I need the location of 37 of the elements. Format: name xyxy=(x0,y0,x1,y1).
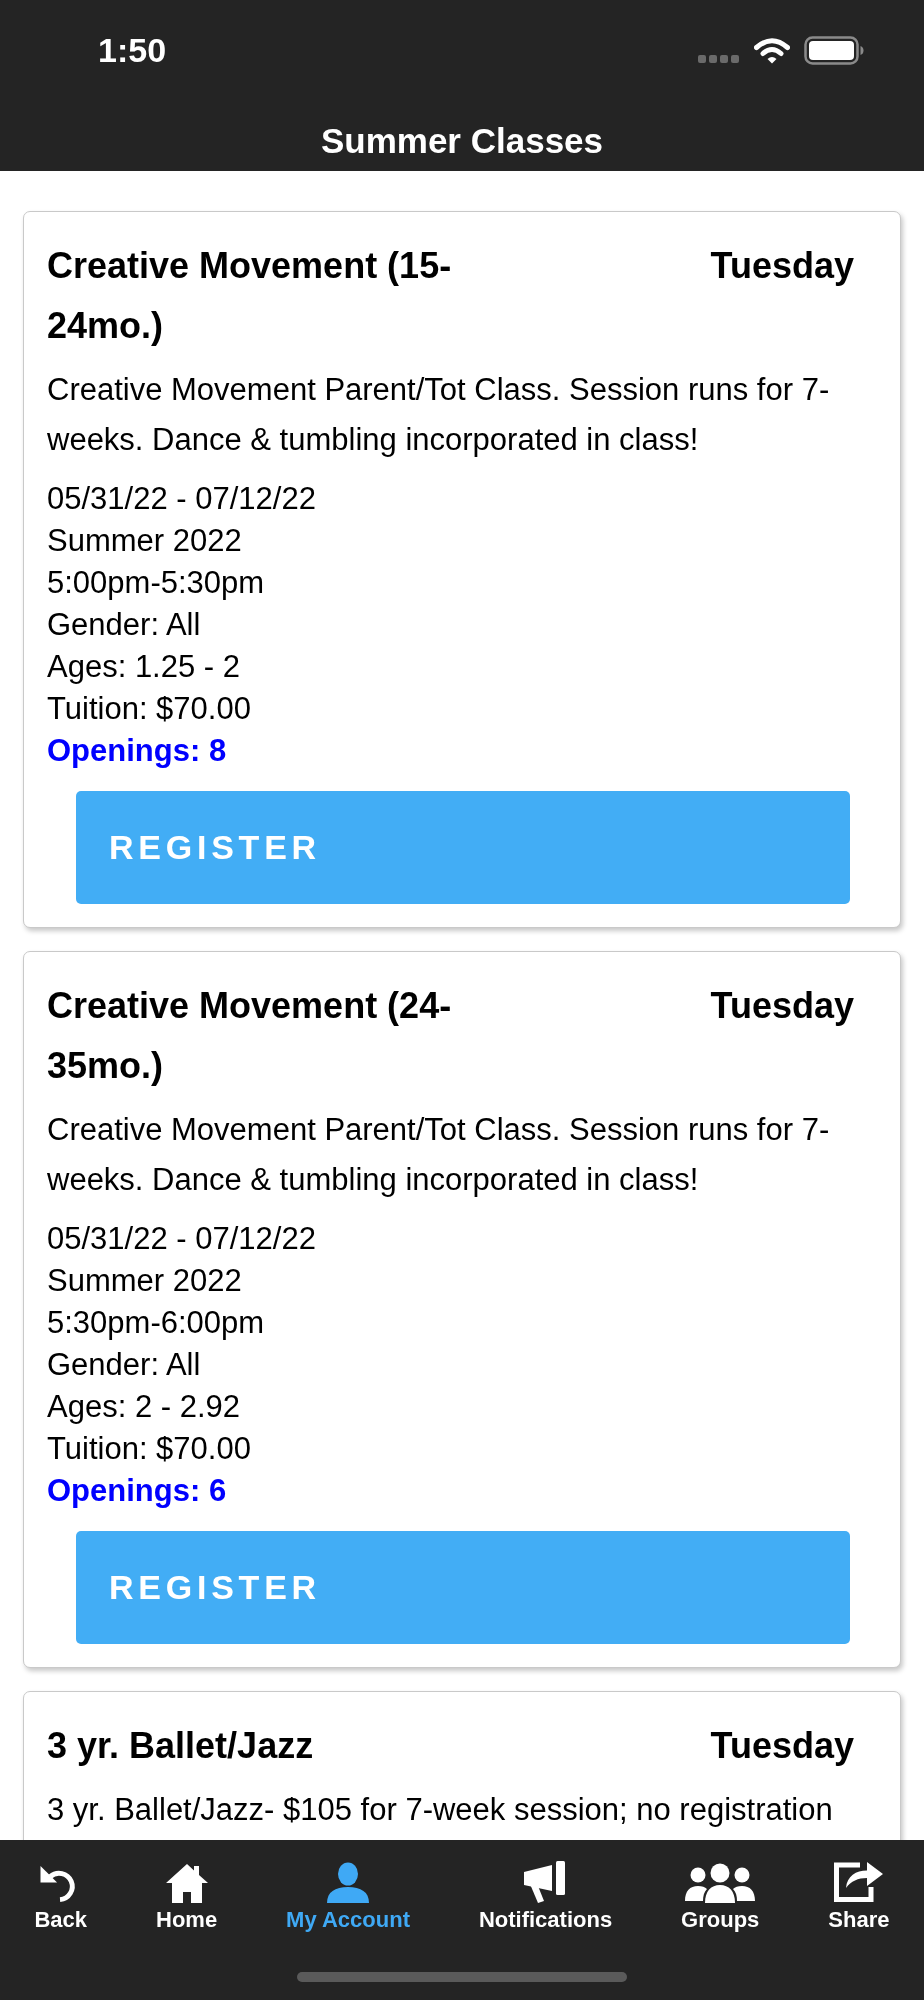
class-detail: Ages: 1.25 - 2 xyxy=(47,648,240,686)
class-detail: 5:00pm-5:30pm xyxy=(47,564,265,602)
group-icon xyxy=(685,1863,756,1903)
class-detail: Summer 2022 xyxy=(47,1262,242,1300)
class-title: 3 yr. Ballet/Jazz xyxy=(47,1724,315,1768)
class-detail: 05/31/22 - 07/12/22 xyxy=(47,1220,316,1258)
status-time: 1:50 xyxy=(98,33,167,67)
class-detail: Tuition: $70.00 xyxy=(47,690,251,728)
openings-count: Openings: 8 xyxy=(47,732,227,770)
home-icon xyxy=(164,1863,209,1903)
openings-count: Openings: 6 xyxy=(47,1472,227,1510)
class-detail: Gender: All xyxy=(47,1346,201,1384)
wifi-icon xyxy=(754,36,790,64)
class-detail: Tuition: $70.00 xyxy=(47,1430,251,1468)
signal-dots-icon xyxy=(698,55,740,63)
tab-item[interactable]: Groups xyxy=(681,1859,760,1933)
tab-item[interactable]: Back xyxy=(34,1859,88,1933)
class-detail: 05/31/22 - 07/12/22 xyxy=(47,480,316,518)
class-description: Creative Movement Parent/Tot Class. Session runs for 7-weeks. Dance & tumbling incorporated in class! xyxy=(47,371,831,459)
tab-item[interactable]: Notifications xyxy=(478,1859,613,1933)
battery-icon xyxy=(804,35,864,65)
tab-item[interactable]: My Account xyxy=(286,1859,410,1933)
tab-item[interactable]: Home xyxy=(156,1859,218,1933)
day-label: Tuesday xyxy=(710,244,854,288)
class-detail: Ages: 2 - 2.92 xyxy=(47,1388,240,1426)
tab-item[interactable]: Share xyxy=(828,1859,890,1933)
class-detail: Summer 2022 xyxy=(47,522,242,560)
class-detail: Gender: All xyxy=(47,606,201,644)
page-title: Summer Classes xyxy=(320,121,604,161)
day-label: Tuesday xyxy=(710,1724,854,1768)
class-description: 3 yr. Ballet/Jazz- $105 for 7-week session; no registration xyxy=(47,1791,834,1829)
day-label: Tuesday xyxy=(710,984,854,1028)
class-description: Creative Movement Parent/Tot Class. Session runs for 7-weeks. Dance & tumbling incorporated in class! xyxy=(47,1111,831,1199)
class-title: Creative Movement (24-35mo.) xyxy=(47,984,453,1088)
person-icon xyxy=(326,1862,370,1903)
class-detail: 5:30pm-6:00pm xyxy=(47,1304,265,1342)
class-title: Creative Movement (15-24mo.) xyxy=(47,244,453,348)
